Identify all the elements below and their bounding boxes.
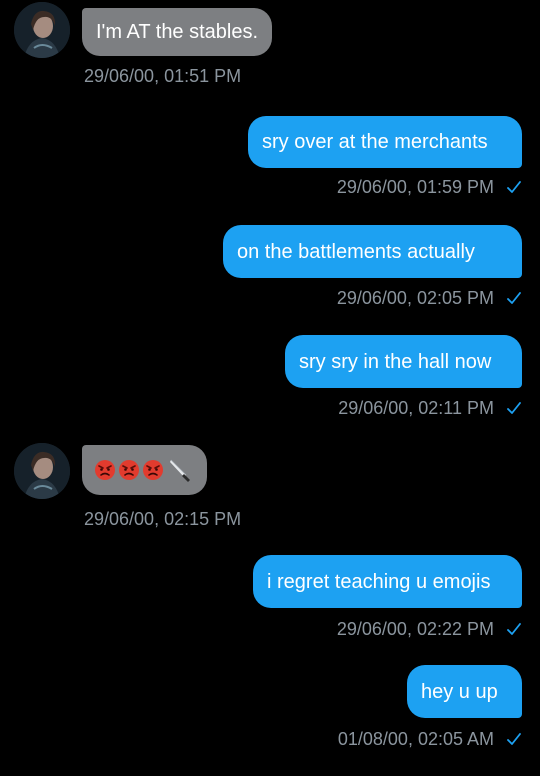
angry-face-emoji [143, 460, 163, 480]
message-timestamp: 29/06/00, 02:05 PM [336, 288, 494, 308]
message-bubble[interactable]: sry over at the merchants [248, 116, 522, 168]
message-meta: 29/06/00, 01:59 PM [337, 177, 522, 198]
message-meta: 29/06/00, 02:11 PM [338, 398, 522, 419]
message-meta: 01/08/00, 02:05 AM [338, 729, 522, 750]
knife-emoji [170, 459, 190, 482]
avatar-image [14, 2, 70, 58]
message-bubble[interactable]: sry sry in the hall now [285, 335, 522, 388]
contact-avatar[interactable] [14, 443, 70, 499]
checkmark-icon [507, 622, 521, 635]
checkmark-icon [507, 180, 521, 193]
conversation-view[interactable]: I'm AT the stables. 29/06/00, 01:51 PM s… [0, 0, 540, 776]
message-timestamp: 29/06/00, 01:51 PM [84, 66, 242, 86]
message-bubble[interactable]: hey u up [407, 665, 522, 718]
message-bubble[interactable]: on the battlements actually [223, 225, 522, 278]
emoji-row [94, 457, 192, 483]
angry-face-emoji [95, 460, 115, 480]
avatar-image [14, 443, 70, 499]
contact-avatar[interactable] [14, 2, 70, 58]
message-meta: 29/06/00, 02:22 PM [337, 619, 522, 640]
message-meta: 29/06/00, 02:05 PM [337, 288, 522, 309]
message-timestamp: 29/06/00, 02:22 PM [336, 619, 494, 639]
message-timestamp: 01/08/00, 02:05 AM [337, 729, 494, 749]
angry-face-emoji [119, 460, 139, 480]
message-bubble[interactable]: I'm AT the stables. [82, 8, 273, 56]
message-timestamp: 29/06/00, 02:15 PM [84, 509, 242, 529]
message-timestamp: 29/06/00, 01:59 PM [336, 177, 494, 197]
emoji-message-bubble[interactable] [82, 445, 207, 495]
message-bubble[interactable]: i regret teaching u emojis [253, 555, 522, 608]
checkmark-icon [507, 732, 521, 745]
checkmark-icon [507, 291, 521, 304]
message-timestamp: 29/06/00, 02:11 PM [338, 398, 494, 418]
checkmark-icon [507, 401, 521, 414]
